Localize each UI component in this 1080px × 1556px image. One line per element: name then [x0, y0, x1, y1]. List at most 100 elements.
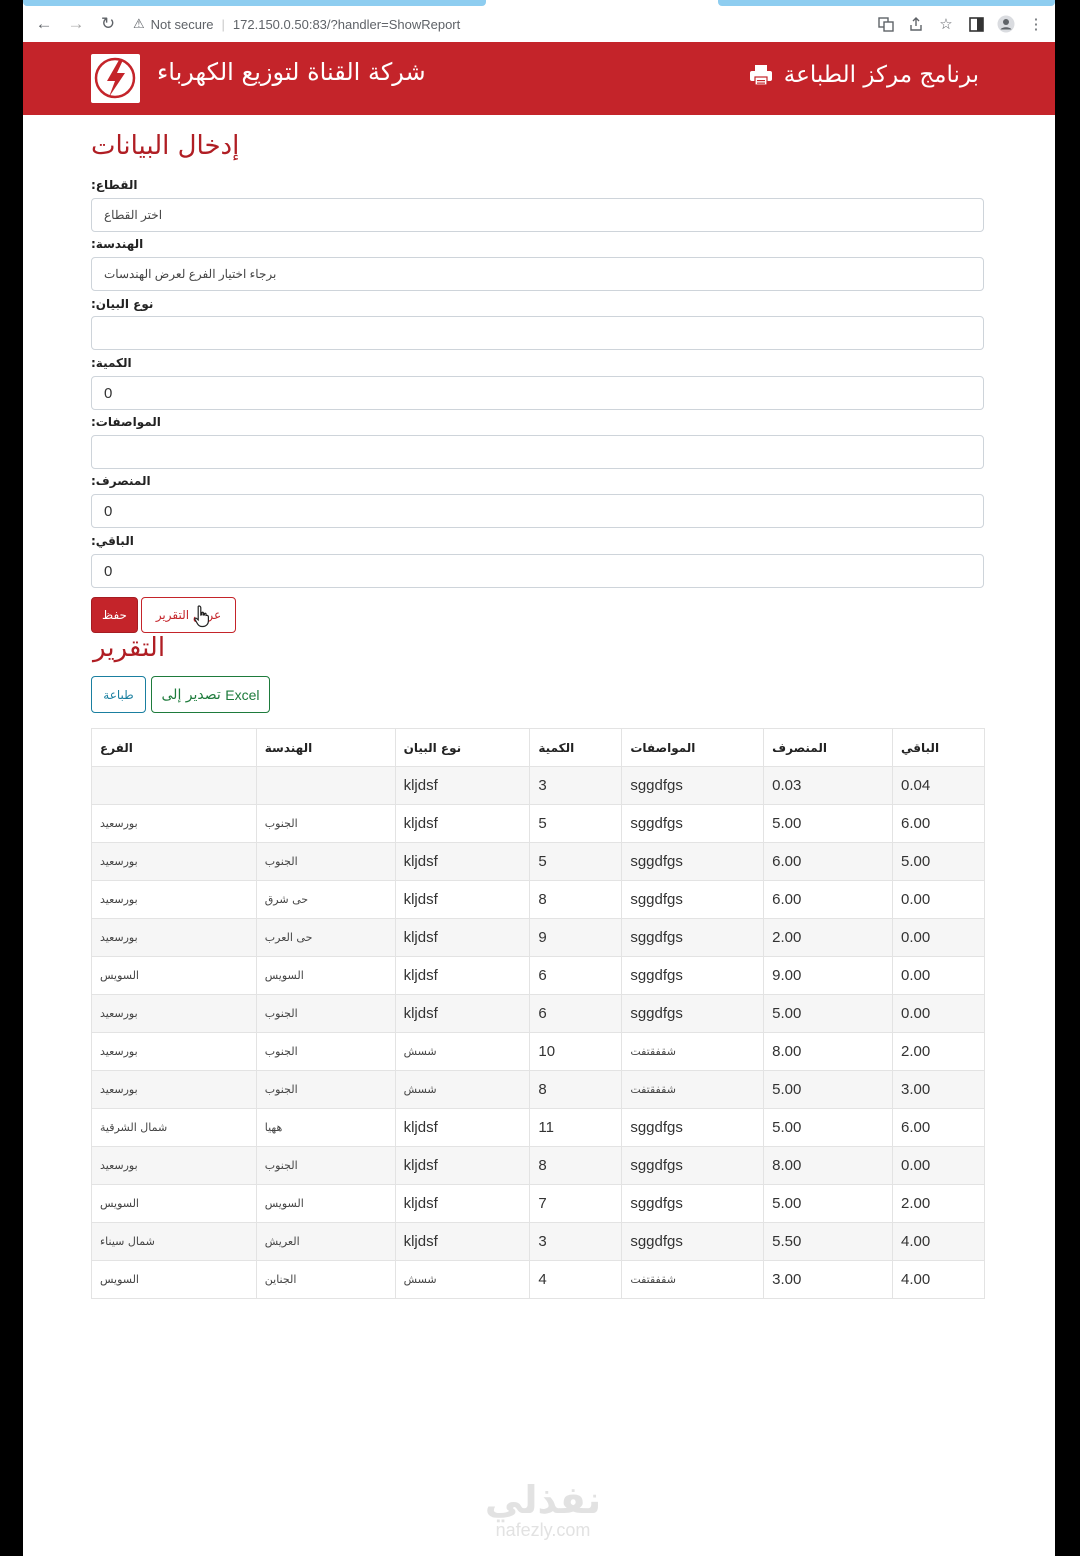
- cell-quantity: 5: [529, 842, 623, 881]
- cell-engineering: حى شرق: [255, 880, 396, 919]
- table-row: بورسعيد الجنوب kljdsf 6 sggdfgs 5.00 0.00: [91, 994, 985, 1033]
- export-label-ar: تصدير إلى: [161, 686, 221, 703]
- watermark-latin: nafezly.com: [495, 1520, 591, 1540]
- cell-remaining: 0.04: [892, 766, 985, 805]
- cell-branch: بورسعيد: [91, 880, 257, 919]
- export-label-en: Excel: [225, 686, 260, 703]
- table-row: شمال سيناء العريش kljdsf 3 sggdfgs 5.50 4.00: [91, 1222, 985, 1261]
- translate-icon[interactable]: [875, 13, 897, 35]
- menu-dots-icon[interactable]: ⋮: [1025, 13, 1047, 35]
- table-body: kljdsf 3 sggdfgs 0.03 0.04 بورسعيد الجنوب kljds…: [91, 766, 985, 1299]
- company-name: شركة القناة لتوزيع الكهرباء: [157, 58, 426, 86]
- program-name: برنامج مركز الطباعة: [783, 62, 979, 88]
- bookmark-star-icon[interactable]: ☆: [935, 13, 957, 35]
- table-row: بورسعيد الجنوب kljdsf 8 sggdfgs 8.00 0.00: [91, 1146, 985, 1185]
- engineering-label: الهندسة:: [91, 237, 144, 251]
- table-row: بورسعيد الجنوب شسش 8 شقفقتفت 5.00 3.00: [91, 1070, 985, 1109]
- col-data-type: نوع البيان: [394, 728, 531, 767]
- cell-spent: 2.00: [763, 918, 894, 957]
- url-text: 172.150.0.50:83/?handler=ShowReport: [232, 16, 461, 32]
- cell-remaining: 6.00: [892, 804, 985, 843]
- cell-data-type: kljdsf: [394, 1108, 531, 1147]
- cell-remaining: 0.00: [892, 956, 985, 995]
- spent-label: المنصرف:: [91, 474, 151, 488]
- cell-specs: sggdfgs: [621, 880, 765, 919]
- cell-spent: 6.00: [763, 880, 894, 919]
- cell-quantity: 6: [529, 956, 623, 995]
- show-report-button[interactable]: عرض التقرير: [141, 597, 236, 633]
- cell-branch: بورسعيد: [91, 1146, 257, 1185]
- remaining-input[interactable]: 0: [91, 554, 984, 588]
- cell-engineering: [255, 766, 396, 805]
- url-separator: |: [221, 16, 225, 32]
- data-type-input[interactable]: [91, 316, 984, 350]
- cell-branch: بورسعيد: [91, 1032, 257, 1071]
- table-row: السويس السويس kljdsf 7 sggdfgs 5.00 2.00: [91, 1184, 985, 1223]
- cell-quantity: 6: [529, 994, 623, 1033]
- hand-cursor-icon: [194, 605, 209, 628]
- cell-quantity: 5: [529, 804, 623, 843]
- cell-specs: sggdfgs: [621, 1146, 765, 1185]
- specs-label: المواصفات:: [91, 415, 161, 429]
- cell-engineering: الجنوب: [255, 994, 396, 1033]
- cell-spent: 5.00: [763, 1184, 894, 1223]
- specs-input[interactable]: [91, 435, 984, 469]
- forward-arrow-icon[interactable]: →: [65, 13, 87, 35]
- cell-data-type: شسش: [394, 1032, 531, 1071]
- form-title: إدخال البيانات: [91, 131, 240, 161]
- cell-engineering: السويس: [255, 956, 396, 995]
- sector-select[interactable]: اختر القطاع: [91, 198, 984, 232]
- cell-engineering: العريش: [255, 1222, 396, 1261]
- cell-engineering: الجنوب: [255, 1070, 396, 1109]
- cell-engineering: حى العرب: [255, 918, 396, 957]
- cell-specs: sggdfgs: [621, 1108, 765, 1147]
- cell-spent: 5.00: [763, 994, 894, 1033]
- report-title: التقرير: [93, 633, 166, 663]
- sector-label: القطاع:: [91, 178, 138, 192]
- save-button[interactable]: حفظ: [91, 597, 138, 633]
- quantity-input[interactable]: 0: [91, 376, 984, 410]
- cell-spent: 9.00: [763, 956, 894, 995]
- cell-spent: 0.03: [763, 766, 894, 805]
- cell-engineering: الجناين: [255, 1260, 396, 1299]
- quantity-label: الكمية:: [91, 356, 132, 370]
- table-row: بورسعيد حى شرق kljdsf 8 sggdfgs 6.00 0.00: [91, 880, 985, 919]
- cell-specs: شقفقتفت: [621, 1260, 765, 1299]
- col-spent: المنصرف: [763, 728, 894, 767]
- cell-quantity: 9: [529, 918, 623, 957]
- cell-data-type: kljdsf: [394, 1222, 531, 1261]
- cell-spent: 8.00: [763, 1032, 894, 1071]
- reload-icon[interactable]: ↻: [97, 13, 119, 35]
- cell-quantity: 8: [529, 1070, 623, 1109]
- toolbar-icons: ☆ ⋮: [867, 13, 1055, 35]
- cell-engineering: الجنوب: [255, 1032, 396, 1071]
- spent-input[interactable]: 0: [91, 494, 984, 528]
- data-type-label: نوع البيان:: [91, 297, 154, 311]
- cell-specs: شقفقتفت: [621, 1032, 765, 1071]
- print-button[interactable]: طباعة: [91, 676, 146, 713]
- watermark-arabic: نفذلي: [484, 1478, 602, 1522]
- cell-data-type: kljdsf: [394, 842, 531, 881]
- cell-spent: 8.00: [763, 1146, 894, 1185]
- cell-remaining: 6.00: [892, 1108, 985, 1147]
- url-field[interactable]: ⚠ Not secure | 172.150.0.50:83/?handler=…: [133, 16, 460, 32]
- cell-specs: sggdfgs: [621, 956, 765, 995]
- share-icon[interactable]: [905, 13, 927, 35]
- cell-spent: 3.00: [763, 1260, 894, 1299]
- table-row: السويس الجناين شسش 4 شقفقتفت 3.00 4.00: [91, 1260, 985, 1299]
- col-quantity: الكمية: [529, 728, 623, 767]
- table-row: شمال الشرقية ههيا kljdsf 11 sggdfgs 5.00 6.00: [91, 1108, 985, 1147]
- engineering-select[interactable]: برجاء اختيار الفرع لعرض الهندسات: [91, 257, 984, 291]
- security-label: Not secure: [150, 16, 214, 32]
- cell-spent: 5.00: [763, 804, 894, 843]
- export-excel-button[interactable]: تصدير إلى Excel: [151, 676, 270, 713]
- cell-branch: السويس: [91, 956, 257, 995]
- back-arrow-icon[interactable]: ←: [33, 13, 55, 35]
- cell-branch: السويس: [91, 1184, 257, 1223]
- cell-specs: sggdfgs: [621, 804, 765, 843]
- cell-quantity: 8: [529, 1146, 623, 1185]
- browser-viewport: ← → ↻ ⚠ Not secure | 172.150.0.50:83/?ha…: [23, 0, 1055, 1556]
- profile-avatar-icon[interactable]: [995, 13, 1017, 35]
- side-panel-icon[interactable]: [965, 13, 987, 35]
- cell-spent: 5.00: [763, 1108, 894, 1147]
